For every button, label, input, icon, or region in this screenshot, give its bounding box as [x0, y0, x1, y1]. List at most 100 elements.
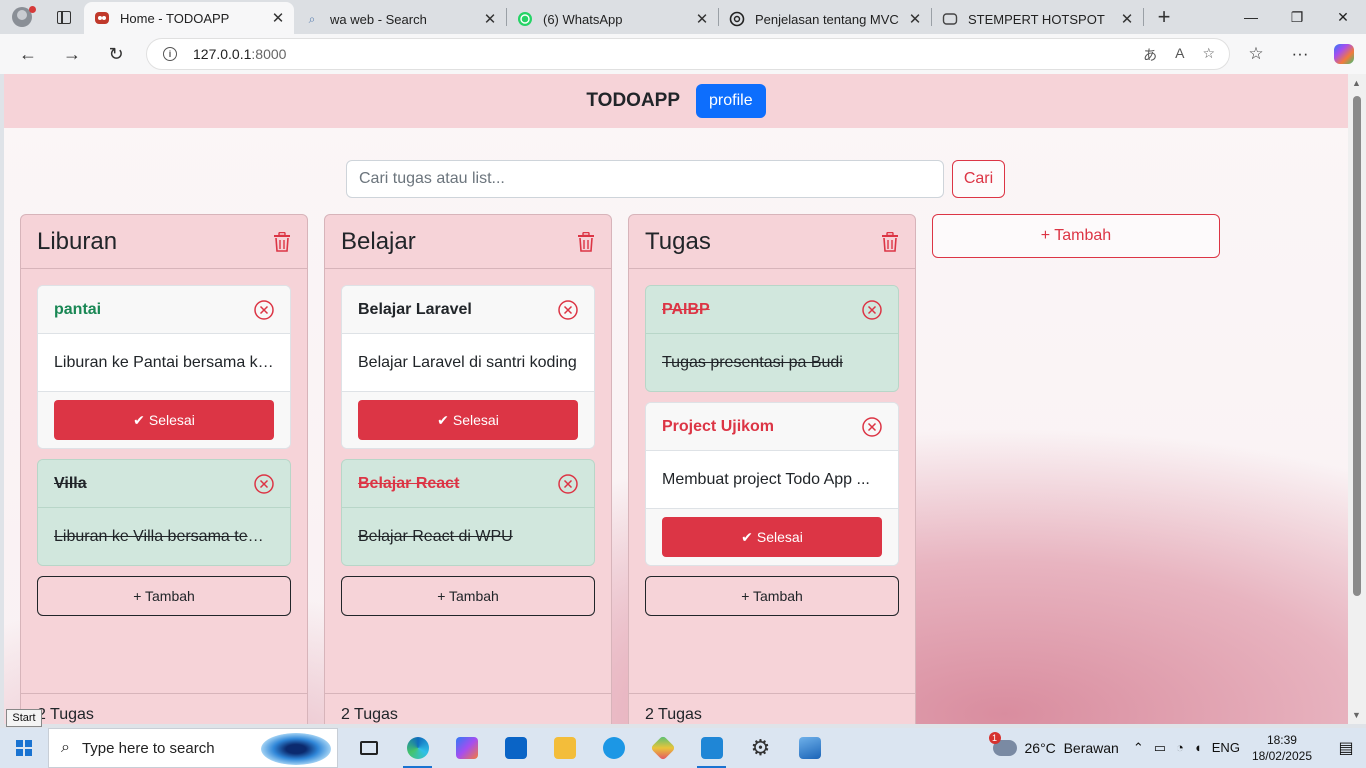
new-tab-button[interactable]: +	[1144, 0, 1184, 34]
taskbar-search-box[interactable]: ⌕ Type here to search	[48, 728, 338, 768]
start-button[interactable]	[0, 728, 48, 768]
add-task-button[interactable]: + Tambah	[341, 576, 595, 616]
minimize-icon[interactable]: —	[1228, 0, 1274, 34]
list-header: Belajar	[325, 215, 611, 269]
task-title[interactable]: Belajar Laravel	[358, 301, 472, 319]
profile-button[interactable]: profile	[696, 84, 766, 118]
tab-whatsapp[interactable]: (6) WhatsApp ✕	[507, 4, 718, 34]
complete-task-button[interactable]: ✔ Selesai	[358, 400, 578, 440]
tab-close-icon[interactable]: ✕	[270, 9, 286, 27]
chevron-up-icon[interactable]: ⌃	[1133, 740, 1144, 756]
task-count: 2 Tugas	[325, 693, 611, 724]
outlook-icon[interactable]	[491, 728, 540, 768]
back-arrow-icon[interactable]: ←	[6, 34, 50, 74]
weather-widget[interactable]: 1 26°C Berawan	[988, 732, 1119, 756]
app-brand[interactable]: TODOAPP	[586, 90, 680, 112]
favorites-icon[interactable]: ☆	[1234, 44, 1278, 64]
window-controls: — ❐ ✕	[1228, 0, 1366, 34]
clock[interactable]: 18:39 18/02/2025	[1252, 732, 1312, 764]
more-menu-icon[interactable]: ···	[1278, 44, 1322, 64]
wifi-icon[interactable]: ◔	[1176, 740, 1184, 756]
todoapp-favicon-icon	[94, 10, 110, 26]
scroll-down-icon[interactable]: ▼	[1352, 710, 1361, 720]
scroll-up-icon[interactable]: ▲	[1352, 78, 1361, 88]
file-explorer-icon[interactable]	[540, 728, 589, 768]
search-icon: ⌕	[61, 739, 70, 756]
close-window-icon[interactable]: ✕	[1320, 0, 1366, 34]
address-bar[interactable]: i 127.0.0.1:8000 あ A ☆	[146, 38, 1230, 70]
search-button[interactable]: Cari	[952, 160, 1005, 198]
list-header: Liburan	[21, 215, 307, 269]
browser-tab-strip: Home - TODOAPP ✕ ⌕ wa web - Search ✕ (6)…	[0, 0, 1366, 34]
read-aloud-icon[interactable]: A	[1175, 45, 1184, 65]
vscode-icon[interactable]	[687, 728, 736, 768]
tab-wa-web-search[interactable]: ⌕ wa web - Search ✕	[294, 4, 506, 34]
task-title[interactable]: Belajar React	[358, 475, 459, 493]
edge-icon[interactable]	[393, 728, 442, 768]
tab-title: Penjelasan tentang MVC	[755, 11, 899, 27]
cloud-icon: 1	[988, 732, 1017, 756]
tab-stempert-hotspot[interactable]: STEMPERT HOTSPOT ✕	[932, 4, 1143, 34]
search-input[interactable]: Cari tugas atau list...	[346, 160, 944, 198]
delete-task-icon[interactable]	[558, 473, 578, 494]
trash-icon[interactable]	[577, 231, 595, 252]
task-card: Project Ujikom Membuat project Todo App …	[645, 402, 899, 566]
task-description: Liburan ke Pantai bersama ke...	[54, 353, 274, 371]
add-task-button[interactable]: + Tambah	[37, 576, 291, 616]
taskbar-apps: ⚙	[344, 728, 834, 768]
site-info-icon[interactable]: i	[163, 47, 177, 61]
task-description: Tugas presentasi pa Budi	[646, 334, 898, 391]
refresh-icon[interactable]: ↻	[94, 34, 138, 74]
tab-close-icon[interactable]: ✕	[1119, 10, 1135, 28]
task-view-icon[interactable]	[344, 728, 393, 768]
trash-icon[interactable]	[881, 231, 899, 252]
tab-penjelasan-mvc[interactable]: Penjelasan tentang MVC ✕	[719, 4, 931, 34]
page-viewport: TODOAPP profile Cari tugas atau list... …	[4, 74, 1348, 724]
favorite-star-icon[interactable]: ☆	[1202, 45, 1215, 65]
language-indicator[interactable]: ENG	[1212, 740, 1240, 756]
list-card-liburan: Liburan pantai Liburan ke Pantai bersama…	[20, 214, 308, 724]
tab-todoapp[interactable]: Home - TODOAPP ✕	[84, 2, 294, 34]
forward-arrow-icon[interactable]: →	[50, 34, 94, 74]
app-navbar: TODOAPP profile	[4, 74, 1348, 128]
delete-task-icon[interactable]	[862, 416, 882, 437]
weather-text: 26°C Berawan	[1024, 740, 1119, 756]
settings-gear-icon[interactable]: ⚙	[736, 728, 785, 768]
scrollbar-thumb[interactable]	[1353, 96, 1361, 596]
page-scrollbar[interactable]: ▲ ▼	[1348, 74, 1366, 724]
copilot-app-icon[interactable]	[442, 728, 491, 768]
delete-task-icon[interactable]	[254, 473, 274, 494]
check-icon: ✔	[741, 528, 753, 545]
photos-icon[interactable]	[785, 728, 834, 768]
task-title[interactable]: pantai	[54, 301, 101, 319]
tab-close-icon[interactable]: ✕	[694, 10, 710, 28]
complete-task-button[interactable]: ✔ Selesai	[54, 400, 274, 440]
task-title[interactable]: PAIBP	[662, 301, 710, 319]
tab-actions-icon	[57, 10, 71, 24]
git-app-icon[interactable]	[638, 728, 687, 768]
add-list-button[interactable]: + Tambah	[932, 214, 1220, 258]
task-title[interactable]: Project Ujikom	[662, 418, 774, 436]
delete-task-icon[interactable]	[862, 299, 882, 320]
trash-icon[interactable]	[273, 231, 291, 252]
tab-close-icon[interactable]: ✕	[482, 10, 498, 28]
add-task-button[interactable]: + Tambah	[645, 576, 899, 616]
restore-icon[interactable]: ❐	[1274, 0, 1320, 34]
browser-profile-button[interactable]	[0, 0, 44, 34]
taskbar-search-placeholder: Type here to search	[81, 739, 215, 757]
teams-icon[interactable]	[589, 728, 638, 768]
translate-icon[interactable]: あ	[1143, 45, 1157, 65]
task-description: Membuat project Todo App ...	[662, 470, 870, 488]
copilot-icon[interactable]	[1334, 44, 1354, 64]
complete-task-button[interactable]: ✔ Selesai	[662, 517, 882, 557]
tab-close-icon[interactable]: ✕	[907, 10, 923, 28]
windows-taskbar: ⌕ Type here to search ⚙ 1 26°C Berawan ⌃…	[0, 728, 1366, 768]
task-title[interactable]: Villa	[54, 475, 87, 493]
notification-center-icon[interactable]: ▤	[1326, 738, 1366, 758]
list-title: Tugas	[645, 227, 711, 255]
delete-task-icon[interactable]	[558, 299, 578, 320]
speaker-icon[interactable]: ◖	[1194, 740, 1202, 756]
delete-task-icon[interactable]	[254, 299, 274, 320]
workspaces-button[interactable]	[44, 0, 84, 34]
battery-icon[interactable]: ▭	[1154, 740, 1166, 756]
